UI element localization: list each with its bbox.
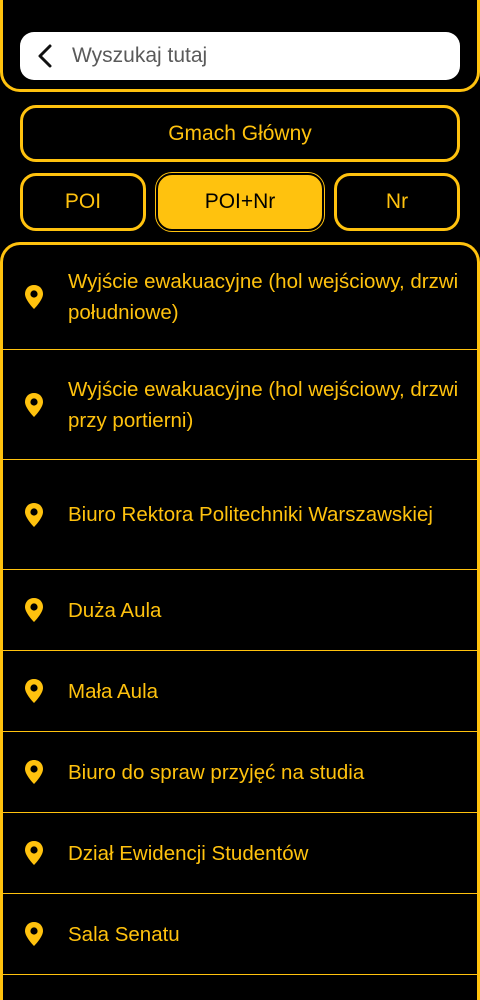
- mode-nr-button[interactable]: Nr: [334, 173, 460, 231]
- map-pin-icon: [25, 502, 43, 527]
- mode-poi-button[interactable]: POI: [20, 173, 146, 231]
- search-bar[interactable]: [20, 32, 460, 80]
- mode-poi-nr-label: POI+Nr: [204, 190, 276, 213]
- map-pin-icon: [25, 679, 43, 703]
- list-item-label: Dział Ewidencji Studentów: [68, 841, 309, 865]
- list-item[interactable]: Wyjście ewakuacyjne (hol wejściowy, drzw…: [0, 242, 480, 350]
- list-item-label: Wyjście ewakuacyjne (hol wejściowy, drzw…: [68, 269, 459, 324]
- mode-nr-label: Nr: [385, 190, 409, 213]
- list-item[interactable]: Duża Aula: [0, 570, 480, 651]
- search-input[interactable]: [72, 36, 460, 76]
- back-button[interactable]: [20, 32, 72, 80]
- map-pin-icon: [25, 922, 43, 946]
- building-selector-button[interactable]: Gmach Główny: [20, 105, 460, 162]
- map-pin-icon: [25, 284, 43, 309]
- screen: Gmach Główny POI POI+Nr Nr Wyjście ewaku…: [0, 0, 480, 1000]
- list-item-label: Wyjście ewakuacyjne (hol wejściowy, drzw…: [68, 377, 459, 432]
- mode-poi-label: POI: [64, 190, 102, 213]
- map-pin-icon: [25, 392, 43, 417]
- list-item[interactable]: Biuro do spraw przyjęć na studia: [0, 732, 480, 813]
- list-item-label: Duża Aula: [68, 598, 162, 622]
- results-list: Wyjście ewakuacyjne (hol wejściowy, drzw…: [0, 242, 480, 975]
- mode-poi-nr-button[interactable]: POI+Nr: [156, 173, 324, 231]
- list-item[interactable]: Sala Senatu: [0, 894, 480, 975]
- list-item-label: Sala Senatu: [68, 922, 180, 946]
- mode-toggle-group: POI POI+Nr Nr: [20, 173, 460, 231]
- list-item[interactable]: Biuro Rektora Politechniki Warszawskiej: [0, 460, 480, 570]
- map-pin-icon: [25, 598, 43, 622]
- list-item-label: Biuro do spraw przyjęć na studia: [68, 760, 365, 784]
- list-item[interactable]: Mała Aula: [0, 651, 480, 732]
- list-item-label: Mała Aula: [68, 679, 159, 703]
- chevron-left-icon: [38, 44, 52, 68]
- map-pin-icon: [25, 841, 43, 865]
- map-pin-icon: [25, 760, 43, 784]
- building-label: Gmach Główny: [168, 121, 312, 145]
- list-item[interactable]: Dział Ewidencji Studentów: [0, 813, 480, 894]
- list-item[interactable]: Wyjście ewakuacyjne (hol wejściowy, drzw…: [0, 350, 480, 460]
- list-item-label: Biuro Rektora Politechniki Warszawskiej: [68, 503, 433, 526]
